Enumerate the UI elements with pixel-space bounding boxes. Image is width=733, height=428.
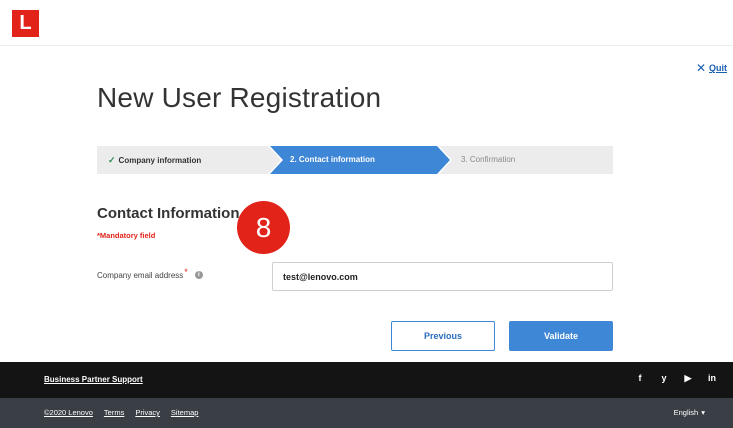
language-label: English bbox=[673, 408, 699, 417]
checkmark-icon: ✓ bbox=[108, 155, 116, 165]
previous-button[interactable]: Previous bbox=[391, 321, 495, 351]
privacy-link[interactable]: Privacy bbox=[135, 408, 160, 417]
copyright-link[interactable]: ©2020 Lenovo bbox=[44, 408, 93, 417]
sitemap-link[interactable]: Sitemap bbox=[171, 408, 199, 417]
step-contact-information: 2. Contact information bbox=[290, 155, 375, 164]
footer-links: ©2020 Lenovo Terms Privacy Sitemap bbox=[44, 408, 198, 417]
youtube-icon[interactable]: ▶ bbox=[683, 373, 693, 384]
step-company-information: ✓ Company information bbox=[108, 146, 201, 174]
email-label: Company email address * i bbox=[97, 267, 203, 280]
quit-label: Quit bbox=[709, 63, 727, 73]
language-selector[interactable]: English ▾ bbox=[674, 408, 705, 417]
step-number-badge: 8 bbox=[237, 201, 290, 254]
info-icon[interactable]: i bbox=[194, 271, 203, 279]
terms-link[interactable]: Terms bbox=[104, 408, 124, 417]
validate-button[interactable]: Validate bbox=[509, 321, 613, 351]
business-partner-support-link[interactable]: Business Partner Support bbox=[44, 375, 143, 384]
facebook-icon[interactable]: f bbox=[635, 373, 645, 384]
page-title: New User Registration bbox=[97, 82, 382, 113]
required-marker: * bbox=[184, 267, 188, 277]
footer-top: Business Partner Support f y ▶ in bbox=[0, 362, 733, 398]
close-icon: ✕ bbox=[695, 61, 706, 75]
registration-page: L ✕ Quit New User Registration ✓ Company … bbox=[0, 0, 733, 428]
top-bar: L bbox=[0, 0, 733, 46]
chevron-down-icon: ▾ bbox=[701, 408, 705, 417]
linkedin-icon[interactable]: in bbox=[707, 373, 717, 384]
email-label-text: Company email address bbox=[97, 270, 184, 280]
social-links: f y ▶ in bbox=[635, 373, 717, 384]
twitter-icon[interactable]: y bbox=[659, 373, 669, 384]
step-confirmation: 3. Confirmation bbox=[461, 155, 516, 164]
section-title: Contact Information bbox=[97, 205, 240, 222]
lenovo-logo[interactable]: L bbox=[12, 10, 39, 37]
progress-stepper: ✓ Company information 2. Contact informat… bbox=[97, 146, 613, 174]
footer-bottom: ©2020 Lenovo Terms Privacy Sitemap Engli… bbox=[0, 398, 733, 428]
quit-link[interactable]: ✕ Quit bbox=[695, 61, 727, 75]
email-field[interactable] bbox=[272, 262, 613, 291]
mandatory-note: *Mandatory field bbox=[97, 231, 156, 240]
step-label: Company information bbox=[118, 156, 202, 165]
